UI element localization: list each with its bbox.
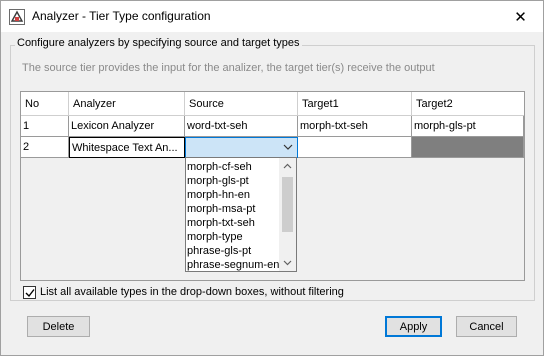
table-row[interactable]: 2 Whitespace Text An... bbox=[21, 137, 524, 158]
dropdown-option[interactable]: morph-msa-pt bbox=[187, 202, 255, 216]
cell-target1[interactable]: morph-txt-seh bbox=[298, 116, 412, 137]
dropdown-option[interactable]: morph-gls-pt bbox=[187, 174, 249, 188]
cell-source[interactable]: word-txt-seh bbox=[185, 116, 298, 137]
filter-checkbox-label: List all available types in the drop-dow… bbox=[40, 286, 344, 298]
cell-target2[interactable]: morph-gls-pt bbox=[412, 116, 524, 137]
column-header-target1[interactable]: Target1 bbox=[298, 92, 412, 116]
close-button[interactable]: ✕ bbox=[498, 1, 543, 32]
group-title: Configure analyzers by specifying source… bbox=[15, 37, 302, 49]
dropdown-option[interactable]: morph-hn-en bbox=[187, 188, 250, 202]
cell-no[interactable]: 2 bbox=[21, 137, 69, 158]
dropdown-option[interactable]: morph-txt-seh bbox=[187, 216, 255, 230]
cell-analyzer[interactable]: Whitespace Text An... bbox=[69, 137, 185, 158]
column-header-analyzer[interactable]: Analyzer bbox=[69, 92, 185, 116]
close-icon: ✕ bbox=[514, 8, 527, 26]
title-bar: Analyzer - Tier Type configuration ✕ bbox=[1, 1, 543, 32]
scroll-thumb[interactable] bbox=[282, 177, 293, 232]
info-text: The source tier provides the input for t… bbox=[22, 62, 435, 74]
column-header-target2[interactable]: Target2 bbox=[412, 92, 524, 116]
filter-checkbox[interactable] bbox=[23, 285, 36, 299]
cell-no[interactable]: 1 bbox=[21, 116, 69, 137]
dropdown-option[interactable]: phrase-gls-pt bbox=[187, 244, 251, 258]
filter-checkbox-row[interactable]: List all available types in the drop-dow… bbox=[23, 285, 344, 299]
delete-button[interactable]: Delete bbox=[27, 316, 90, 337]
scroll-up-icon[interactable] bbox=[283, 162, 292, 171]
table-header: No Analyzer Source Target1 Target2 bbox=[21, 92, 524, 116]
table-row[interactable]: 1 Lexicon Analyzer word-txt-seh morph-tx… bbox=[21, 116, 524, 137]
window-title: Analyzer - Tier Type configuration bbox=[32, 9, 211, 23]
apply-button[interactable]: Apply bbox=[385, 316, 442, 337]
scroll-down-icon[interactable] bbox=[283, 258, 292, 267]
cell-target2-disabled bbox=[412, 137, 524, 158]
chevron-down-icon bbox=[283, 144, 293, 150]
cancel-button[interactable]: Cancel bbox=[456, 316, 517, 337]
column-header-source[interactable]: Source bbox=[185, 92, 298, 116]
cell-analyzer[interactable]: Lexicon Analyzer bbox=[69, 116, 185, 137]
source-dropdown-list[interactable]: morph-cf-seh morph-gls-pt morph-hn-en mo… bbox=[185, 157, 297, 272]
dialog-window: Analyzer - Tier Type configuration ✕ Con… bbox=[0, 0, 544, 356]
source-combo-box[interactable] bbox=[185, 137, 298, 158]
dropdown-option[interactable]: phrase-segnum-en bbox=[187, 258, 279, 272]
dropdown-option[interactable]: morph-cf-seh bbox=[187, 160, 252, 174]
dropdown-option[interactable]: morph-type bbox=[187, 230, 243, 244]
app-icon bbox=[9, 9, 25, 25]
cell-target1[interactable] bbox=[298, 137, 412, 158]
column-header-no[interactable]: No bbox=[21, 92, 69, 116]
checkmark-icon bbox=[25, 288, 35, 297]
dropdown-scrollbar[interactable] bbox=[279, 158, 296, 271]
